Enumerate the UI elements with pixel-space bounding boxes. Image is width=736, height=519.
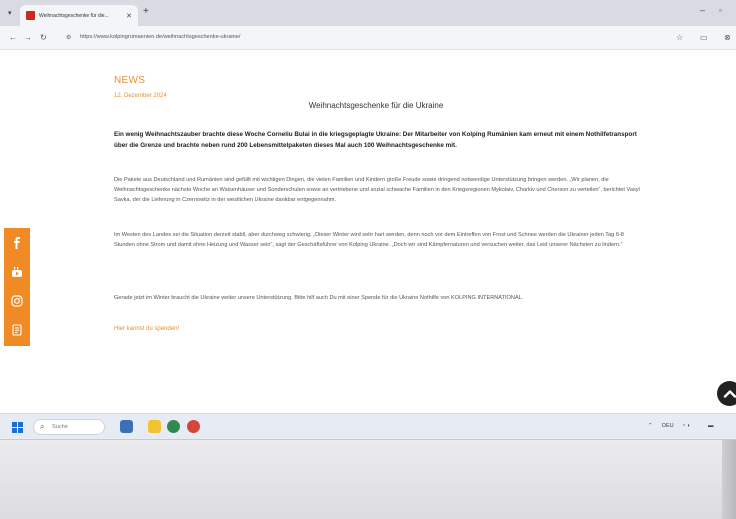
tab-close-button[interactable]: ✕ (126, 12, 132, 20)
article-title: Weihnachtsgeschenke für die Ukraine (308, 101, 444, 110)
app-icon[interactable] (187, 420, 200, 433)
minimize-icon[interactable]: – (700, 5, 705, 15)
tab-title: Weihnachtsgeschenke für die... (39, 12, 109, 19)
instagram-icon[interactable] (4, 286, 30, 315)
facebook-icon[interactable] (4, 228, 30, 257)
article-paragraph-3: Gerade jetzt im Winter braucht die Ukrai… (114, 295, 524, 301)
scroll-to-top-button[interactable] (717, 381, 736, 406)
article-paragraph-2: Im Westen des Landes sei die Situation d… (114, 232, 624, 248)
youtube-icon[interactable] (4, 257, 30, 286)
url-text: https://www.kolpingrumaenien.de/weihnach… (80, 34, 241, 40)
chrome-icon[interactable] (167, 420, 180, 433)
browser-tab[interactable]: Weihnachtsgeschenke für die... ✕ (20, 5, 138, 26)
browser-tab-bar: ▾ Weihnachtsgeschenke für die... ✕ + – ▫ (0, 0, 736, 26)
site-favicon-icon (26, 11, 35, 20)
maximize-icon[interactable]: ▫ (719, 6, 722, 15)
donate-link[interactable]: Hier kannst du spenden! (114, 326, 179, 332)
battery-icon[interactable]: ▬ (708, 423, 714, 429)
forward-icon[interactable]: → (24, 33, 32, 42)
background-edge (722, 440, 736, 519)
file-explorer-icon[interactable] (148, 420, 161, 433)
article-paragraph-1: Die Pakete aus Deutschland und Rumänien … (114, 177, 640, 203)
section-label: NEWS (114, 75, 146, 86)
reload-icon[interactable]: ↻ (40, 33, 47, 42)
reading-view-icon[interactable]: ▭ (700, 33, 708, 42)
tab-list-chevron-icon[interactable]: ▾ (8, 9, 12, 17)
windows-start-icon[interactable] (12, 422, 23, 433)
taskbar: ⌕ Suche ⌃ DEU ◔ ◖ ▬ (0, 413, 736, 439)
widgets-icon[interactable] (120, 420, 133, 433)
address-bar-row: ← → ↻ ⚙ https://www.kolpingrumaenien.de/… (0, 26, 736, 50)
tray-chevron-icon[interactable]: ⌃ (648, 423, 653, 429)
article-lead: Ein wenig Weihnachtszauber brachte diese… (114, 131, 637, 149)
chevron-up-icon (723, 389, 736, 398)
social-sidebar (4, 228, 30, 346)
site-info-icon[interactable]: ⚙ (66, 34, 71, 41)
background-surface (0, 440, 736, 519)
contact-form-icon[interactable] (4, 315, 30, 344)
back-icon[interactable]: ← (9, 33, 17, 42)
new-tab-button[interactable]: + (143, 6, 149, 17)
bookmark-star-icon[interactable]: ☆ (676, 33, 683, 42)
search-placeholder: Suche (52, 424, 68, 430)
article-date: 12. Dezember 2024 (114, 93, 167, 99)
extensions-icon[interactable]: ⊗ (724, 33, 731, 42)
search-icon: ⌕ (40, 422, 45, 431)
url-field[interactable]: ⚙ https://www.kolpingrumaenien.de/weihna… (58, 30, 658, 46)
taskbar-search-box[interactable]: ⌕ Suche (33, 419, 105, 435)
network-icon[interactable]: ◔ ◖ (682, 423, 690, 429)
language-indicator[interactable]: DEU (662, 423, 674, 429)
screen: ▾ Weihnachtsgeschenke für die... ✕ + – ▫… (0, 0, 736, 440)
